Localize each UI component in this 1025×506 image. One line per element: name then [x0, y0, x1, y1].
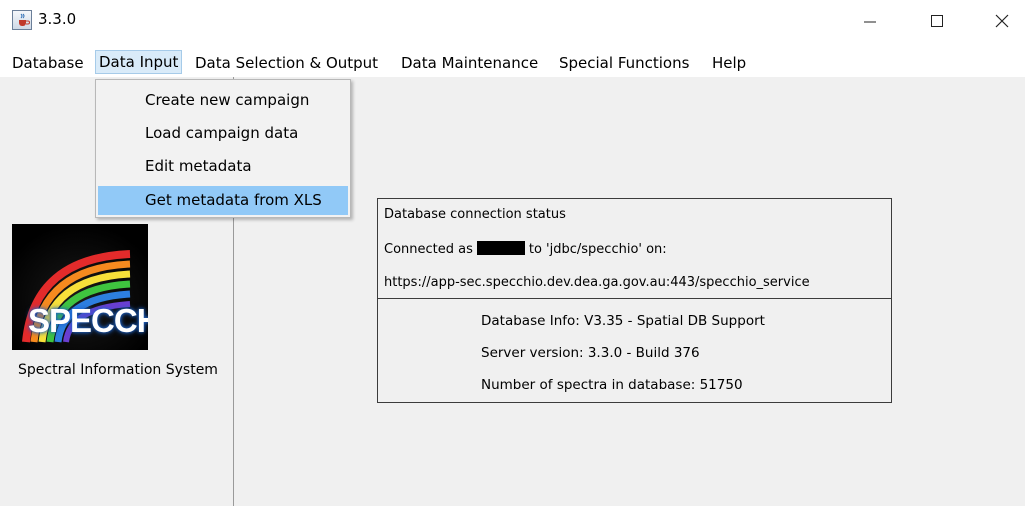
- spectra-count: Number of spectra in database: 51750: [481, 377, 743, 393]
- server-url: https://app-sec.specchio.dev.dea.ga.gov.…: [384, 275, 810, 290]
- maximize-icon: [931, 15, 943, 27]
- menu-item-load-campaign-data[interactable]: Load campaign data: [98, 119, 348, 148]
- minimize-icon: [864, 21, 876, 23]
- minimize-button[interactable]: [850, 6, 890, 36]
- maximize-button[interactable]: [917, 6, 957, 36]
- close-button[interactable]: [982, 6, 1022, 36]
- data-input-dropdown: Create new campaign Load campaign data E…: [95, 79, 351, 218]
- close-icon: [995, 14, 1009, 28]
- java-cup-icon[interactable]: [12, 10, 32, 30]
- menu-item-create-new-campaign[interactable]: Create new campaign: [98, 86, 348, 115]
- specchio-logo: SPECCHIO: [12, 224, 148, 350]
- menu-help[interactable]: Help: [709, 51, 749, 75]
- database-info: Database Info: V3.35 - Spatial DB Suppor…: [481, 313, 765, 329]
- connection-status-panel: Database connection status Connected as t…: [377, 198, 892, 403]
- menu-bar: Database Data Input Data Selection & Out…: [0, 50, 1025, 76]
- menu-special-functions[interactable]: Special Functions: [556, 51, 692, 75]
- logo-caption: Spectral Information System: [18, 362, 218, 378]
- status-divider: [378, 298, 891, 299]
- connected-prefix: Connected as: [384, 242, 473, 257]
- menu-data-maintenance[interactable]: Data Maintenance: [398, 51, 541, 75]
- menu-item-edit-metadata[interactable]: Edit metadata: [98, 152, 348, 181]
- title-bar: 3.3.0: [0, 0, 1025, 48]
- logo-text: SPECCHIO: [28, 302, 148, 339]
- menu-data-input[interactable]: Data Input: [95, 50, 183, 74]
- window-title: 3.3.0: [38, 10, 77, 28]
- connected-as-line: Connected as to 'jdbc/specchio' on:: [384, 241, 667, 257]
- redacted-username: [476, 241, 525, 255]
- status-heading: Database connection status: [384, 207, 566, 222]
- server-version: Server version: 3.3.0 - Build 376: [481, 345, 700, 361]
- connected-suffix: to 'jdbc/specchio' on:: [528, 242, 667, 257]
- menu-database[interactable]: Database: [9, 51, 87, 75]
- menu-item-get-metadata-from-xls[interactable]: Get metadata from XLS: [98, 186, 348, 215]
- menu-data-selection-output[interactable]: Data Selection & Output: [192, 51, 381, 75]
